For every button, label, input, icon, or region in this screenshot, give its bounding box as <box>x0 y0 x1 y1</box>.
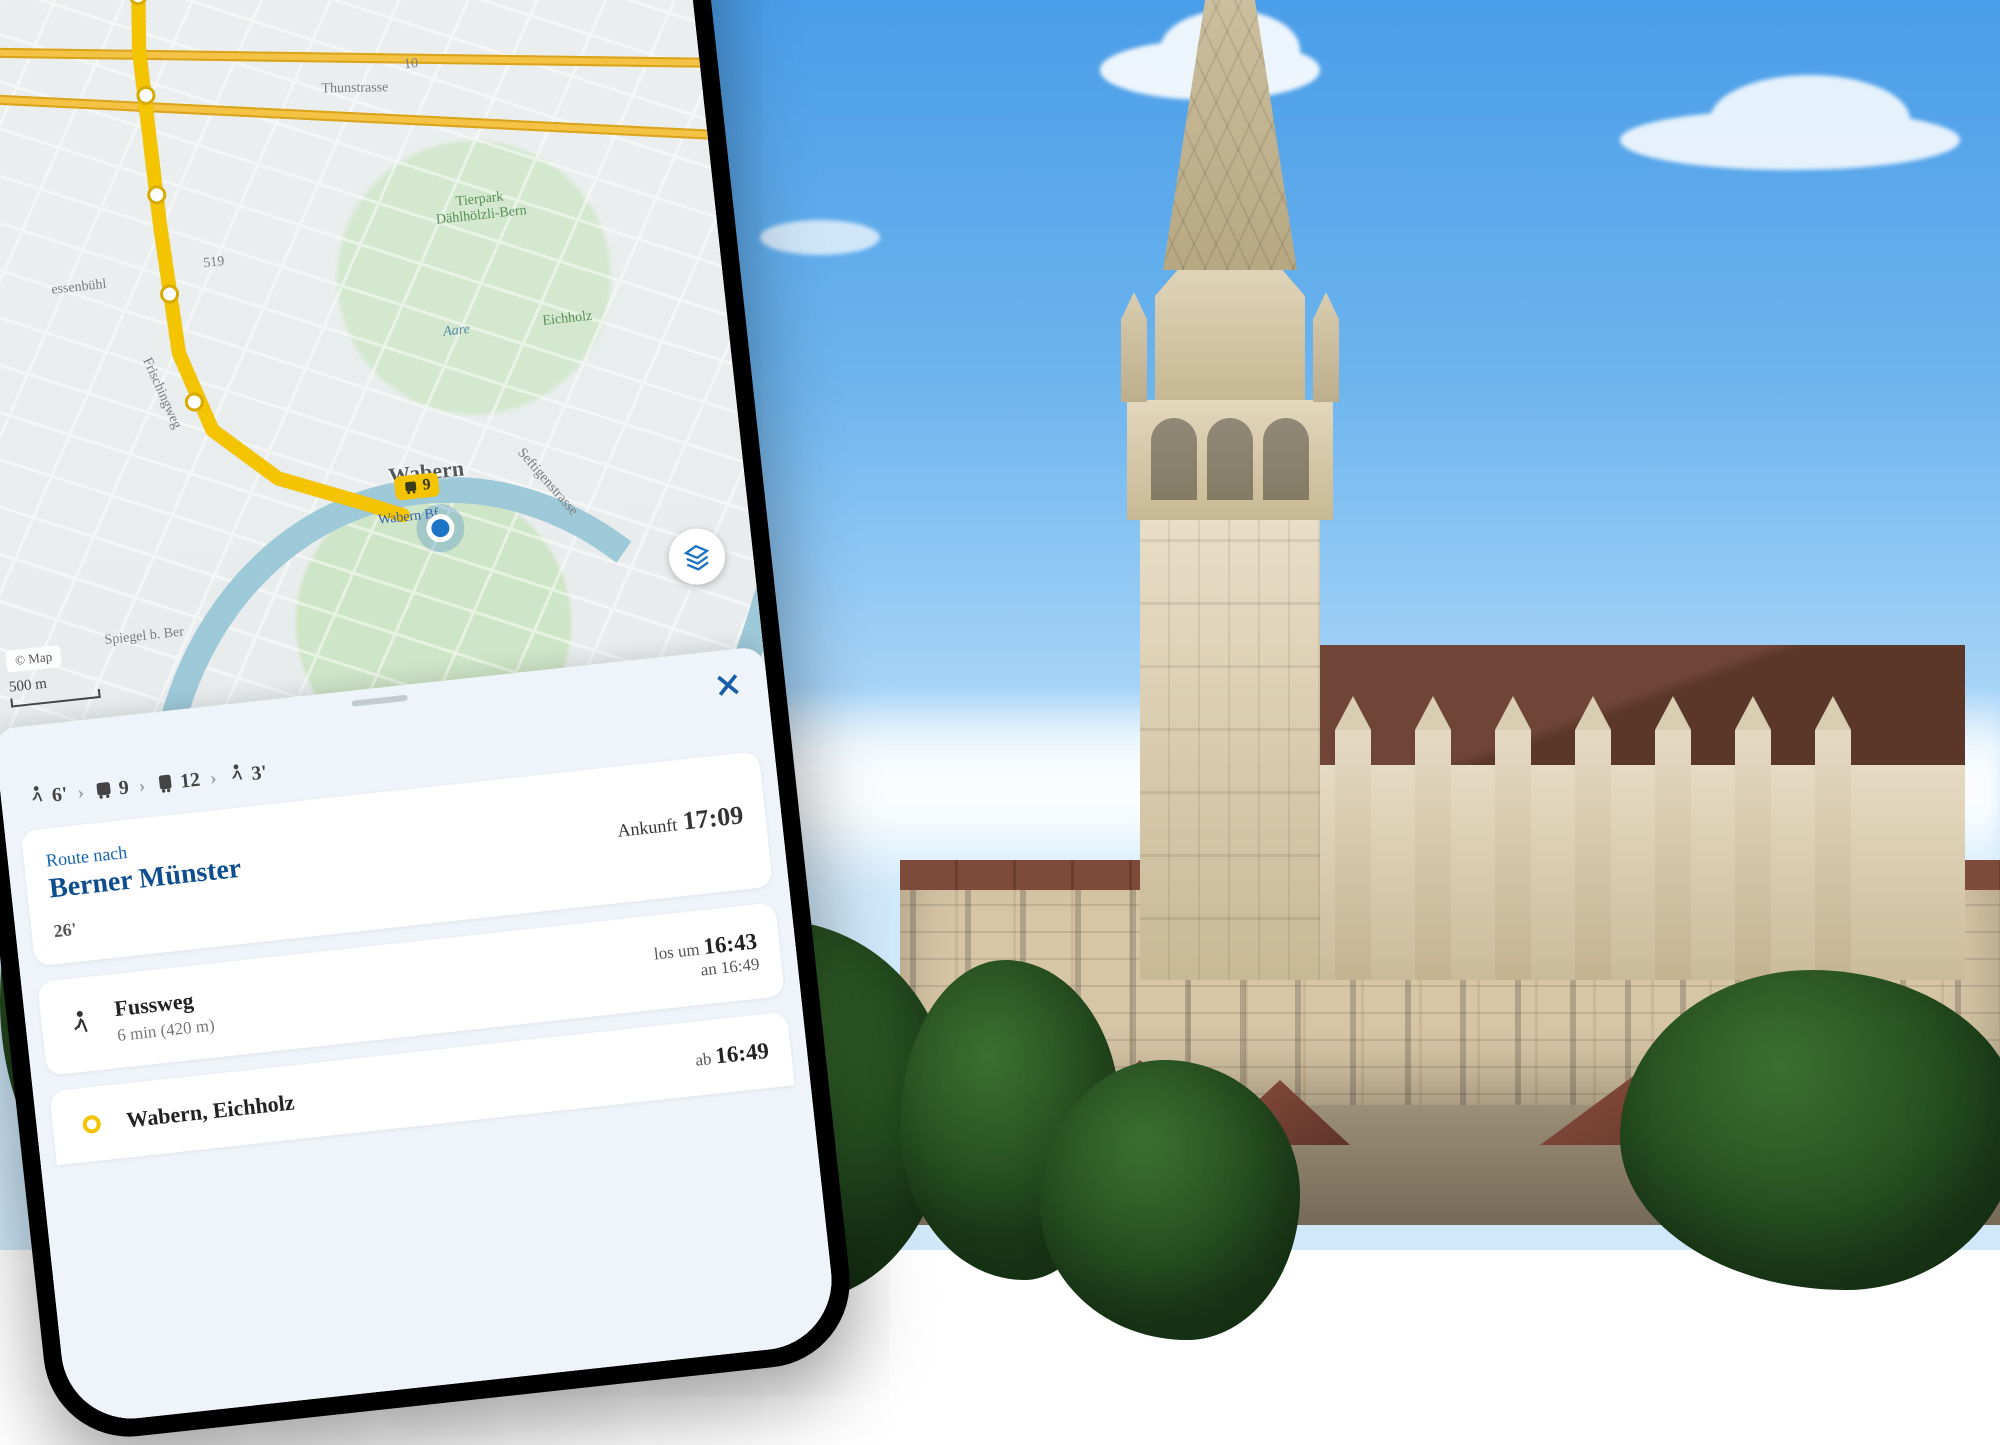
route-bottom-sheet[interactable]: 6' › 9 › 12 › 3' <box>0 646 839 1425</box>
walk-icon <box>62 1008 99 1041</box>
chain-walk-1: 6' <box>26 782 69 810</box>
route-arrival: Ankunft17:09 <box>616 800 745 844</box>
step-times: ab 16:49 <box>694 1038 770 1072</box>
phone-frame: Bern Innere Stadt Wabern Bundesgasse Aar… <box>0 0 858 1445</box>
river-aare: Aare <box>442 322 470 341</box>
phone-screen: Bern Innere Stadt Wabern Bundesgasse Aar… <box>0 0 839 1426</box>
chevron-right-icon: › <box>138 774 147 798</box>
stop-icon <box>73 1108 110 1141</box>
chain-walk-2: 3' <box>225 760 268 788</box>
road-10: 10 <box>403 56 419 73</box>
tree-icon <box>1040 1060 1300 1340</box>
tree-icon <box>1620 970 2000 1290</box>
chevron-right-icon: › <box>209 766 218 790</box>
chain-bus-9: 9 <box>93 775 130 803</box>
step-title: Wabern, Eichholz <box>125 1048 679 1134</box>
road-519: 519 <box>203 254 226 272</box>
bus-badge-9[interactable]: 9 <box>394 472 440 501</box>
street-thunstrasse: Thunstrasse <box>321 80 388 97</box>
cloud-icon <box>760 220 880 255</box>
cloud-icon <box>1620 110 1960 170</box>
close-button[interactable] <box>711 668 745 706</box>
bern-minster <box>1115 260 1965 980</box>
chain-tram-12: 12 <box>154 768 201 797</box>
chevron-right-icon: › <box>76 781 85 805</box>
step-times: los um 16:43 an 16:49 <box>652 928 760 985</box>
